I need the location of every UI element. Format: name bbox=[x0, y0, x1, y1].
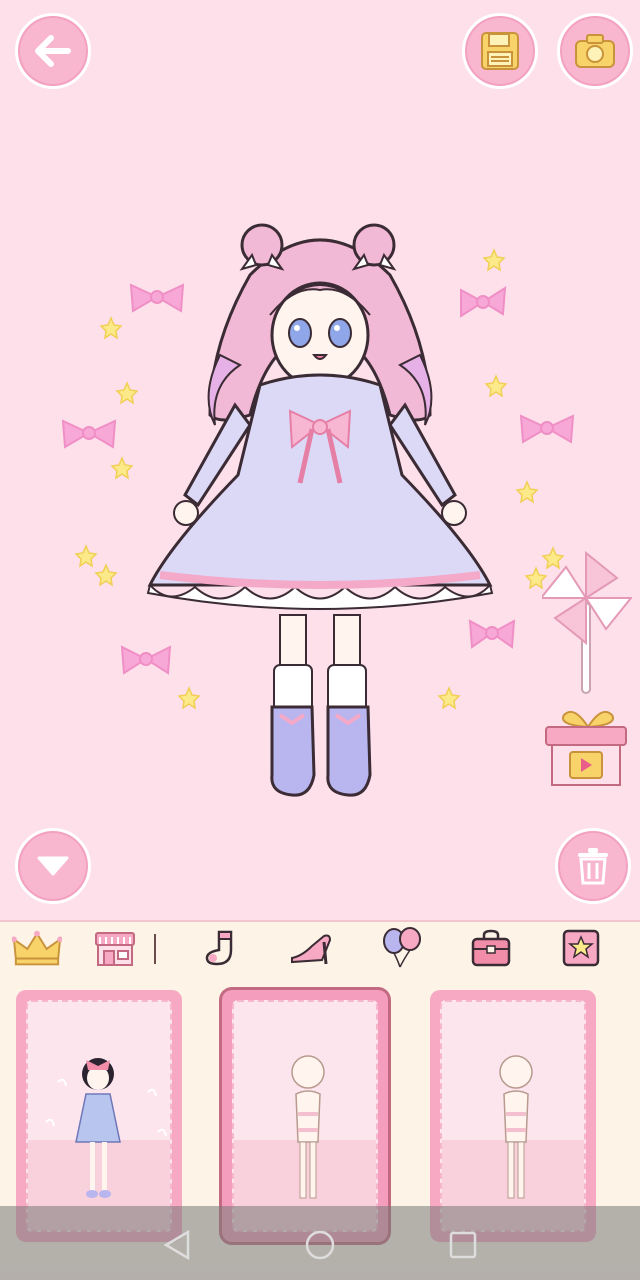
dressup-stage bbox=[0, 0, 640, 920]
nav-back-button[interactable] bbox=[160, 1228, 194, 1262]
trash-icon bbox=[576, 847, 610, 885]
nav-recents-button[interactable] bbox=[446, 1228, 480, 1262]
body-card-1[interactable] bbox=[222, 990, 388, 1242]
high-heel-icon bbox=[291, 934, 332, 965]
pinwheel-icon bbox=[538, 550, 634, 694]
pinwheel-prop[interactable] bbox=[538, 548, 634, 698]
chevron-down-icon bbox=[36, 855, 70, 877]
gift-box-icon bbox=[545, 711, 627, 786]
category-shop[interactable] bbox=[90, 928, 140, 968]
star-box-icon bbox=[562, 929, 600, 967]
trash-button[interactable] bbox=[555, 828, 631, 904]
card-inner bbox=[440, 1000, 586, 1232]
preset-card-girl[interactable] bbox=[16, 990, 182, 1242]
category-accessories[interactable] bbox=[376, 927, 426, 968]
triangle-back-icon bbox=[163, 1229, 190, 1261]
square-recents-icon bbox=[449, 1231, 477, 1259]
preset-girl-thumbnail bbox=[45, 1058, 167, 1198]
card-inner bbox=[26, 1000, 172, 1232]
body-card-2[interactable] bbox=[430, 990, 596, 1242]
category-bar bbox=[0, 920, 640, 976]
shop-icon bbox=[95, 932, 135, 966]
sock-icon bbox=[205, 930, 233, 966]
system-nav-bar bbox=[0, 1206, 640, 1280]
blank-body-thumbnail bbox=[499, 1055, 533, 1199]
balloons-icon bbox=[383, 927, 421, 968]
doll-character bbox=[146, 223, 494, 797]
category-bags[interactable] bbox=[466, 928, 516, 968]
category-favorites[interactable] bbox=[556, 928, 606, 968]
nav-home-button[interactable] bbox=[303, 1228, 337, 1262]
blank-body-thumbnail bbox=[291, 1055, 325, 1199]
category-divider bbox=[154, 934, 156, 964]
gift-video-button[interactable] bbox=[544, 705, 632, 787]
category-shoes[interactable] bbox=[286, 928, 336, 968]
collapse-button[interactable] bbox=[15, 828, 91, 904]
category-socks[interactable] bbox=[196, 928, 246, 968]
category-crown[interactable] bbox=[12, 928, 62, 968]
card-inner bbox=[232, 1000, 378, 1232]
bag-icon bbox=[471, 929, 511, 967]
circle-home-icon bbox=[305, 1230, 335, 1260]
crown-icon bbox=[12, 930, 62, 966]
